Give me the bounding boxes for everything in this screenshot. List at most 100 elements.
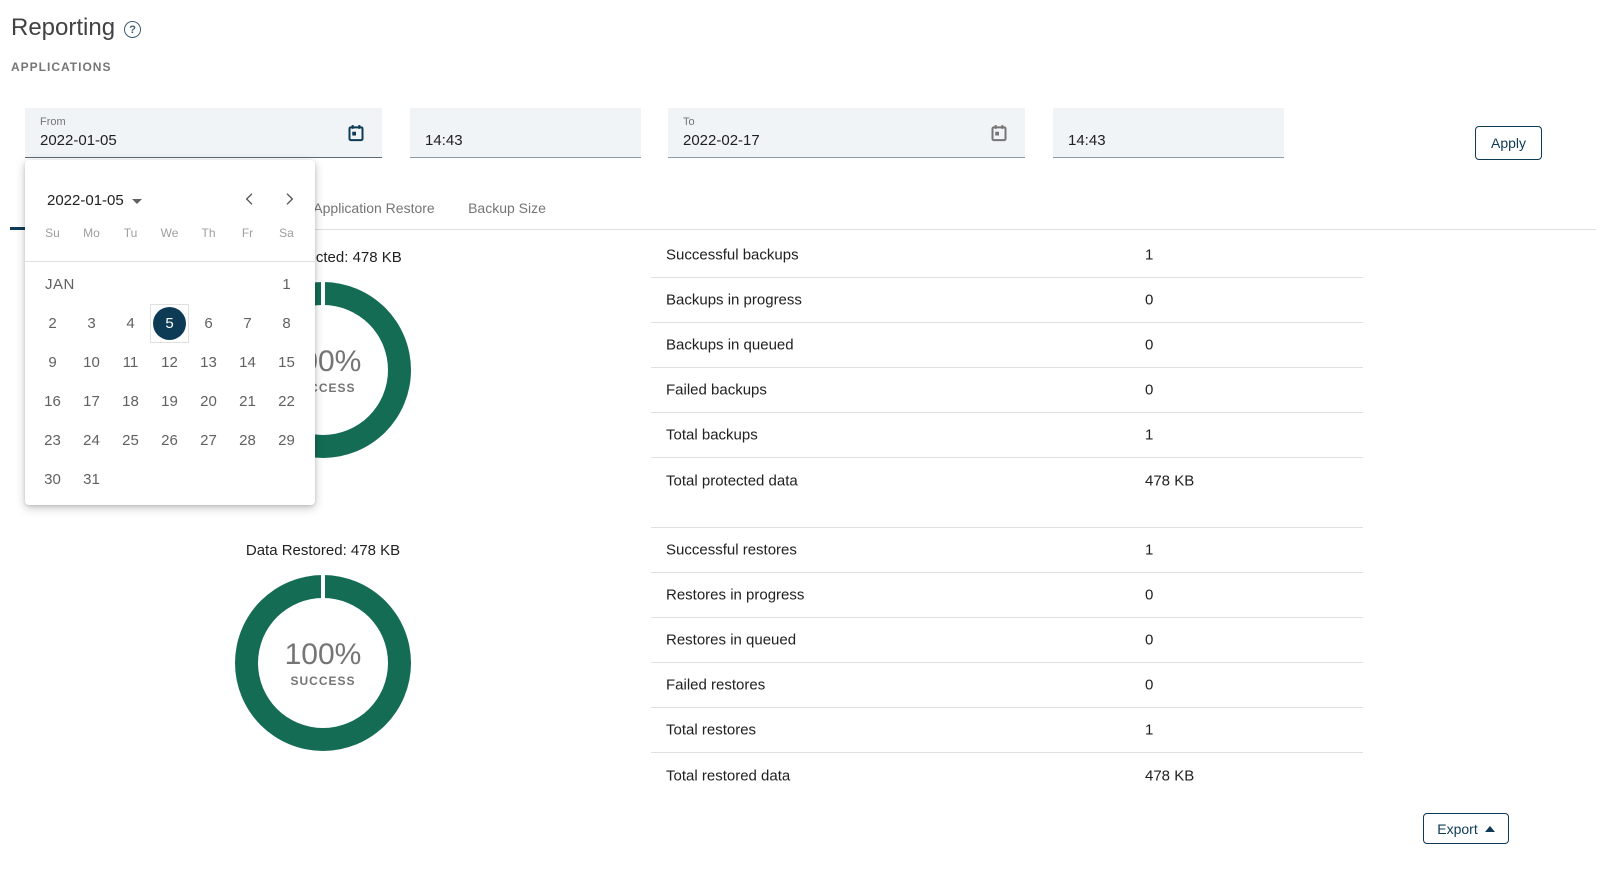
row-value: 1	[1145, 542, 1153, 559]
donut-gap	[321, 575, 325, 600]
from-date-label: From	[40, 116, 66, 128]
from-time-field[interactable]: 14:43	[410, 108, 641, 158]
calendar-day-26[interactable]: 26	[150, 421, 189, 460]
row-value: 0	[1145, 382, 1153, 399]
table-row: Backups in queued0	[651, 323, 1363, 368]
table-row: Backups in progress 0	[651, 278, 1363, 323]
calendar-day-31[interactable]: 31	[72, 460, 111, 499]
weekday-label: Su	[33, 226, 72, 240]
calendar-day-12[interactable]: 12	[150, 343, 189, 382]
row-value: 1	[1145, 722, 1153, 739]
calendar-day-24[interactable]: 24	[72, 421, 111, 460]
calendar-empty-cell	[189, 265, 228, 304]
page-title: Reporting ?	[11, 14, 141, 42]
row-label: Restores in queued	[666, 632, 796, 649]
row-value: 0	[1145, 292, 1153, 309]
row-label: Successful restores	[666, 542, 797, 559]
weekday-label: Mo	[72, 226, 111, 240]
calendar-day-13[interactable]: 13	[189, 343, 228, 382]
calendar-day-7[interactable]: 7	[228, 304, 267, 343]
donut-gap	[321, 282, 325, 307]
row-value: 1	[1145, 247, 1153, 264]
from-date-field[interactable]: From 2022-01-05	[25, 108, 382, 158]
weekday-header-row: SuMoTuWeThFrSa	[33, 226, 306, 240]
row-label: Total restored data	[666, 767, 790, 784]
calendar-day-5[interactable]: 5	[150, 304, 189, 343]
calendar-empty-cell	[189, 460, 228, 499]
calendar-day-6[interactable]: 6	[189, 304, 228, 343]
to-time-field[interactable]: 14:43	[1053, 108, 1284, 158]
calendar-day-19[interactable]: 19	[150, 382, 189, 421]
calendar-empty-cell	[111, 265, 150, 304]
row-label: Backups in queued	[666, 337, 794, 354]
calendar-day-8[interactable]: 8	[267, 304, 306, 343]
calendar-day-20[interactable]: 20	[189, 382, 228, 421]
chevron-down-icon	[132, 199, 142, 204]
calendar-day-4[interactable]: 4	[111, 304, 150, 343]
calendar-week-row: 2345678	[33, 304, 306, 343]
caret-up-icon	[1485, 826, 1495, 832]
date-picker-month-selector[interactable]: 2022-01-05	[47, 188, 142, 212]
tab-backup-size[interactable]: Backup Size	[448, 186, 566, 229]
calendar-day-14[interactable]: 14	[228, 343, 267, 382]
section-label: APPLICATIONS	[11, 60, 111, 74]
previous-month-button[interactable]	[237, 186, 263, 212]
table-row: Total restored data 478 KB	[651, 753, 1363, 798]
calendar-icon[interactable]	[346, 123, 366, 143]
calendar-day-17[interactable]: 17	[72, 382, 111, 421]
calendar-day-18[interactable]: 18	[111, 382, 150, 421]
calendar-day-22[interactable]: 22	[267, 382, 306, 421]
weekday-label: Tu	[111, 226, 150, 240]
row-label: Failed backups	[666, 382, 767, 399]
calendar-icon[interactable]	[989, 123, 1009, 143]
calendar-day-16[interactable]: 16	[33, 382, 72, 421]
export-button-label: Export	[1437, 821, 1477, 837]
calendar-empty-cell	[150, 460, 189, 499]
table-row: Failed backups 0	[651, 368, 1363, 413]
help-icon[interactable]: ?	[124, 21, 141, 38]
table-row: Successful restores 1	[651, 528, 1363, 573]
row-label: Failed restores	[666, 677, 765, 694]
to-date-value: 2022-02-17	[683, 132, 760, 149]
selected-day-circle[interactable]: 5	[153, 307, 186, 340]
calendar-day-23[interactable]: 23	[33, 421, 72, 460]
calendar-day-11[interactable]: 11	[111, 343, 150, 382]
export-button[interactable]: Export	[1423, 813, 1509, 844]
from-date-value: 2022-01-05	[40, 132, 117, 149]
calendar-day-25[interactable]: 25	[111, 421, 150, 460]
calendar-day-1[interactable]: 1	[267, 265, 306, 304]
row-value: 0	[1145, 587, 1153, 604]
calendar-empty-cell	[111, 460, 150, 499]
table-row: Total protected data478 KB	[651, 458, 1363, 503]
calendar-day-27[interactable]: 27	[189, 421, 228, 460]
table-row: Restores in progress0	[651, 573, 1363, 618]
calendar-day-28[interactable]: 28	[228, 421, 267, 460]
row-value: 1	[1145, 427, 1153, 444]
success-label: SUCCESS	[290, 674, 355, 688]
weekday-label: Th	[189, 226, 228, 240]
to-date-field[interactable]: To 2022-02-17	[668, 108, 1025, 158]
calendar-day-3[interactable]: 3	[72, 304, 111, 343]
calendar-week-row: 1	[33, 265, 306, 304]
calendar-day-2[interactable]: 2	[33, 304, 72, 343]
calendar-day-9[interactable]: 9	[33, 343, 72, 382]
apply-button[interactable]: Apply	[1475, 126, 1542, 160]
row-value: 478 KB	[1145, 767, 1194, 784]
table-row: Failed restores0	[651, 663, 1363, 708]
calendar-empty-cell	[228, 460, 267, 499]
tab-application-restore[interactable]: Application Restore	[300, 186, 448, 229]
calendar-day-29[interactable]: 29	[267, 421, 306, 460]
weekday-label: Fr	[228, 226, 267, 240]
table-row: Restores in queued0	[651, 618, 1363, 663]
row-label: Backups in progress	[666, 292, 802, 309]
calendar-day-21[interactable]: 21	[228, 382, 267, 421]
from-time-value: 14:43	[425, 132, 463, 149]
next-month-button[interactable]	[276, 186, 302, 212]
to-date-label: To	[683, 116, 695, 128]
calendar-day-15[interactable]: 15	[267, 343, 306, 382]
calendar-day-30[interactable]: 30	[33, 460, 72, 499]
calendar-day-10[interactable]: 10	[72, 343, 111, 382]
weekday-label: Sa	[267, 226, 306, 240]
calendar-week-row: 9101112131415	[33, 343, 306, 382]
data-restored-donut-chart: 100% SUCCESS	[235, 575, 411, 751]
